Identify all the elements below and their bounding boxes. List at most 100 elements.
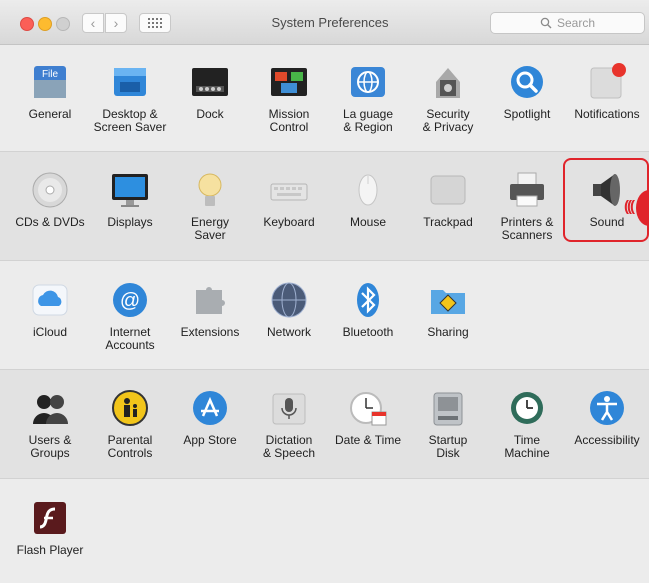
time-machine-icon [507,388,547,428]
pane-label: Dock [196,107,224,121]
pane-desktop[interactable]: Desktop & Screen Saver [90,62,170,134]
pane-keyboard[interactable]: Keyboard [249,170,329,229]
accessibility-icon [587,388,627,428]
pane-time-machine[interactable]: Time Machine [487,388,567,460]
pane-energy[interactable]: Energy Saver [170,170,250,242]
pane-label: Parental Controls [107,433,153,460]
pane-date-time[interactable]: Date & Time [328,388,408,447]
dock-icon [190,62,230,102]
icloud-icon [30,280,70,320]
pane-network[interactable]: Network [249,280,329,339]
desktop-icon [110,62,150,102]
pane-label: iCloud [32,325,68,339]
pane-label: Notifications [574,107,640,121]
pane-general[interactable]: File General [10,62,90,121]
cd-icon [30,170,70,210]
bluetooth-icon [348,280,388,320]
minimize-button[interactable] [38,17,52,31]
search-icon [540,17,552,29]
spotlight-icon [507,62,547,102]
pane-label: Desktop & Screen Saver [93,107,167,134]
pane-label: Network [266,325,311,339]
pane-label: Sharing [427,325,469,339]
close-button[interactable] [20,17,34,31]
pane-label: Accessibility [574,433,640,447]
keyboard-icon [269,170,309,210]
pane-mission-control[interactable]: Mission Control [249,62,329,134]
pane-cd[interactable]: CDs & DVDs [10,170,90,229]
pane-label: Users & Groups [28,433,72,460]
pane-parental[interactable]: Parental Controls [90,388,170,460]
pane-label: Internet Accounts [105,325,155,352]
extensions-icon [190,280,230,320]
pane-label: Mission Control [268,107,310,134]
pane-startup-disk[interactable]: Startup Disk [408,388,488,460]
displays-icon [110,170,150,210]
pane-displays[interactable]: Displays [90,170,170,229]
pane-users[interactable]: Users & Groups [10,388,90,460]
security-icon [428,62,468,102]
trackpad-icon [428,170,468,210]
sharing-icon [428,280,468,320]
pane-label: General [28,107,72,121]
dictation-icon [269,388,309,428]
pane-notifications[interactable]: Notifications [567,62,647,121]
pane-extensions[interactable]: Extensions [170,280,250,339]
pane-app-store[interactable]: App Store [170,388,250,447]
back-button[interactable]: ‹ [82,13,104,33]
users-icon [30,388,70,428]
network-icon [269,280,309,320]
flash-icon [30,498,70,538]
mouse-icon [348,170,388,210]
pane-label: Energy Saver [190,215,230,242]
system-preferences-window: ‹ › System Preferences Search File Genera… [0,0,649,583]
date-time-icon [348,388,388,428]
pane-row-5 [0,479,649,583]
pane-label: CDs & DVDs [15,215,85,229]
pane-label: Extensions [180,325,240,339]
pane-dictation[interactable]: Dictation & Speech [249,388,329,460]
show-all-button[interactable] [139,13,171,33]
pane-label: Bluetooth [342,325,394,339]
pane-label: Displays [107,215,153,229]
forward-button[interactable]: › [105,13,127,33]
window-title: System Preferences [271,15,389,30]
internet-accounts-icon: @ [110,280,150,320]
mission-control-icon [269,62,309,102]
pane-label: Time Machine [504,433,550,460]
pane-mouse[interactable]: Mouse [328,170,408,229]
grid-icon [148,18,162,28]
pane-accessibility[interactable]: Accessibility [567,388,647,447]
language-region-icon [348,62,388,102]
svg-text:File: File [42,69,59,80]
pane-flash[interactable]: Flash Player [10,498,90,557]
pane-label: La guage & Region [342,107,394,134]
pane-trackpad[interactable]: Trackpad [408,170,488,229]
pane-language-region[interactable]: La guage & Region [328,62,408,134]
pane-label: Date & Time [334,433,402,447]
search-placeholder: Search [556,16,596,30]
pane-label: Keyboard [263,215,315,229]
pane-bluetooth[interactable]: Bluetooth [328,280,408,339]
title-bar: ‹ › System Preferences Search [0,0,649,45]
pane-spotlight[interactable]: Spotlight [487,62,567,121]
chevron-left-icon: ‹ [90,15,96,31]
parental-icon [110,388,150,428]
pane-printer[interactable]: Printers & Scanners [487,170,567,242]
pane-label: Trackpad [423,215,473,229]
pane-label: Mouse [349,215,387,229]
pane-dock[interactable]: Dock [170,62,250,121]
general-icon: File [30,62,70,102]
pane-sharing[interactable]: Sharing [408,280,488,339]
pane-security[interactable]: Security & Privacy [408,62,488,134]
pane-label: Spotlight [503,107,551,121]
zoom-button[interactable] [56,17,70,31]
pane-internet-accounts[interactable]: @ Internet Accounts [90,280,170,352]
tap-waves-icon: ((( [624,198,635,215]
pane-label: Dictation & Speech [262,433,316,460]
pane-label: Flash Player [16,543,84,557]
search-field[interactable]: Search [490,12,645,34]
startup-disk-icon [428,388,468,428]
pane-label: Printers & Scanners [500,215,554,242]
pane-icloud[interactable]: iCloud [10,280,90,339]
